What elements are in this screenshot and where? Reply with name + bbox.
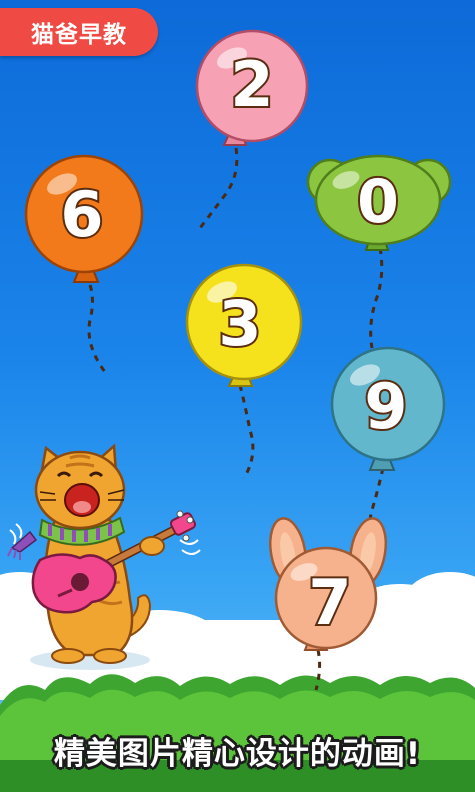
- scene-svg: 2 6 0 3 9 7: [0, 29, 475, 792]
- balloon-number-two: 2: [230, 48, 273, 121]
- brand-badge[interactable]: 猫爸早教: [0, 8, 158, 56]
- balloon-number-nine: 9: [364, 370, 407, 443]
- balloon-zero[interactable]: 0: [306, 154, 452, 251]
- balloon-number-seven: 7: [308, 566, 351, 639]
- balloon-number-three: 3: [218, 287, 261, 360]
- balloon-three[interactable]: 3: [185, 263, 303, 387]
- balloon-six[interactable]: 6: [24, 154, 144, 283]
- balloon-number-zero: 0: [357, 167, 399, 237]
- game-stage: 2 6 0 3 9 7 猫爸早教 精美图片精心设计的动画!: [0, 0, 475, 792]
- balloon-two[interactable]: 2: [195, 29, 309, 146]
- promo-caption: 精美图片精心设计的动画!: [53, 736, 422, 772]
- balloon-number-six: 6: [60, 178, 103, 251]
- balloon-nine[interactable]: 9: [330, 346, 446, 471]
